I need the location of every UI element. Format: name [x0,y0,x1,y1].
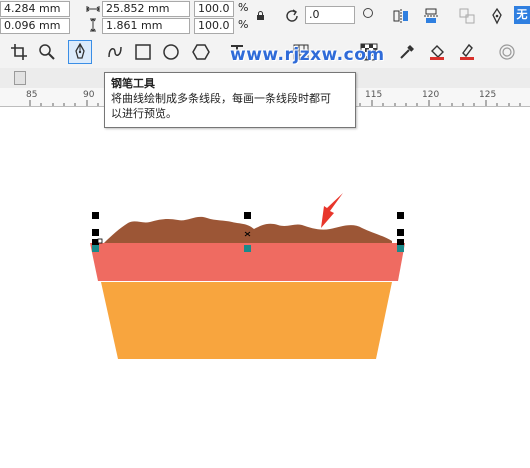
scale-y-unit: % [238,18,249,31]
selection-handle[interactable] [92,212,99,219]
fill-bucket-icon[interactable] [426,41,448,63]
selection-handle[interactable] [397,212,404,219]
convert-to-curves-icon[interactable] [456,5,478,27]
height-icon [88,18,98,32]
scale-x-unit: % [238,1,249,14]
ruler-label: 115 [365,90,383,100]
rectangle-icon[interactable] [132,41,154,63]
ellipse-icon[interactable] [160,41,182,63]
tooltip-title: 钢笔工具 [111,77,155,90]
width-field[interactable]: 25.852 mm [102,1,190,17]
height-field[interactable]: 1.861 mm [102,18,190,34]
degree-icon [363,8,373,18]
ruler-label: 90 [83,90,95,100]
soil-shape[interactable] [104,216,392,243]
scale-x-field[interactable]: 100.0 [194,1,234,17]
selection-handle[interactable] [397,229,404,236]
selection-handle[interactable] [92,229,99,236]
curve-node[interactable] [244,245,251,252]
ruler-label: 125 [479,90,497,100]
ruler-label: 85 [26,90,38,100]
pot-body[interactable] [101,282,392,359]
lock-ratio-icon[interactable] [256,10,265,21]
pen-tool-icon[interactable] [68,40,92,64]
scale-y-field[interactable]: 100.0 [194,18,234,34]
transparency-window-icon[interactable] [496,41,518,63]
selection-handle[interactable] [397,239,404,246]
zoom-icon[interactable] [36,41,58,63]
curve-node[interactable] [397,245,404,252]
outline-pen-icon[interactable] [456,41,478,63]
rotation-field[interactable]: .0 [305,6,355,24]
mirror-vertical-icon[interactable] [420,5,442,27]
eyedropper-icon[interactable] [396,41,418,63]
rotate-icon [283,7,301,25]
tooltip-line: 将曲线绘制成多条线段，每画一条线段时都可 [111,92,331,105]
watermark: www.rjzxw.com [230,45,385,65]
polygon-icon[interactable] [190,41,212,63]
arrow-annotation [321,193,343,228]
position-y-field[interactable]: 0.096 mm [0,18,70,34]
ruler-label: 120 [422,90,440,100]
page-icon[interactable] [14,71,26,85]
node-marker [97,238,103,244]
mirror-horizontal-icon[interactable] [390,5,412,27]
none-button[interactable]: 无 [514,6,530,24]
drawing-canvas[interactable] [0,107,530,468]
bspline-icon[interactable] [104,41,126,63]
curve-node[interactable] [92,245,99,252]
width-icon [86,3,100,15]
selection-handle[interactable] [244,212,251,219]
crop-icon[interactable] [8,41,30,63]
position-x-field[interactable]: 4.284 mm [0,1,70,17]
property-bar: 4.284 mm 0.096 mm 25.852 mm 1.861 mm 100… [0,0,530,37]
pen-nib-icon[interactable] [486,5,508,27]
